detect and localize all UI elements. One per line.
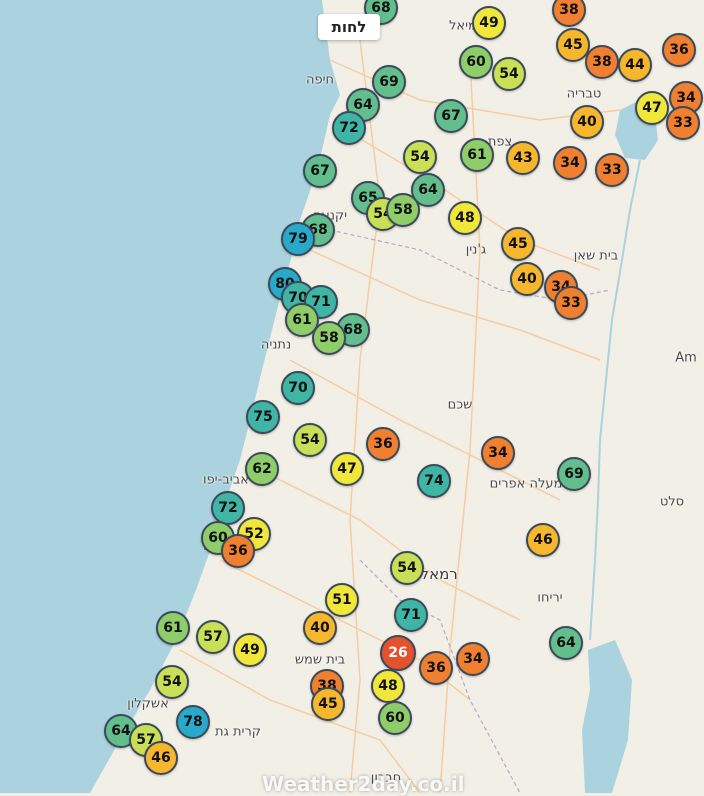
humidity-station-marker[interactable]: 40 <box>570 105 604 139</box>
place-label: בית שמש <box>294 652 346 668</box>
humidity-station-marker[interactable]: 33 <box>595 153 629 187</box>
place-label: נתניה <box>260 337 292 353</box>
humidity-station-marker[interactable]: 51 <box>325 583 359 617</box>
humidity-layer-button[interactable]: לחות <box>318 14 380 40</box>
humidity-station-marker[interactable]: 61 <box>460 138 494 172</box>
humidity-station-marker[interactable]: 60 <box>378 701 412 735</box>
humidity-station-marker[interactable]: 54 <box>293 423 327 457</box>
humidity-station-marker[interactable]: 33 <box>666 106 700 140</box>
humidity-station-marker[interactable]: 36 <box>662 33 696 67</box>
humidity-station-marker[interactable]: 45 <box>311 687 345 721</box>
humidity-station-marker[interactable]: 58 <box>312 321 346 355</box>
humidity-station-marker[interactable]: 46 <box>144 741 178 775</box>
humidity-station-marker[interactable]: 60 <box>459 45 493 79</box>
place-label: אשקלון <box>127 696 169 712</box>
humidity-station-marker[interactable]: 74 <box>417 464 451 498</box>
humidity-station-marker[interactable]: 54 <box>403 140 437 174</box>
humidity-station-marker[interactable]: 26 <box>380 635 416 671</box>
place-label: שכם <box>447 397 473 413</box>
humidity-station-marker[interactable]: 38 <box>585 45 619 79</box>
place-label: טבריה <box>566 86 602 102</box>
place-label: מעלה אפרים <box>489 476 563 492</box>
humidity-station-marker[interactable]: 34 <box>553 146 587 180</box>
humidity-station-marker[interactable]: 40 <box>510 262 544 296</box>
place-label: סלט <box>659 494 685 510</box>
humidity-station-marker[interactable]: 54 <box>155 665 189 699</box>
humidity-station-marker[interactable]: 44 <box>618 48 652 82</box>
humidity-station-marker[interactable]: 34 <box>481 436 515 470</box>
humidity-station-marker[interactable]: 79 <box>281 222 315 256</box>
humidity-station-marker[interactable]: 47 <box>635 91 669 125</box>
humidity-station-marker[interactable]: 49 <box>233 633 267 667</box>
map-canvas[interactable]: כרמיאל טבריה צפת חיפה בית שאן ג'נין יקנעם נתניה… <box>0 0 704 796</box>
place-label: Am <box>675 350 697 366</box>
humidity-station-marker[interactable]: 67 <box>434 99 468 133</box>
humidity-station-marker[interactable]: 47 <box>330 452 364 486</box>
humidity-station-marker[interactable]: 48 <box>371 669 405 703</box>
humidity-station-marker[interactable]: 48 <box>448 201 482 235</box>
humidity-station-marker[interactable]: 70 <box>281 371 315 405</box>
humidity-station-marker[interactable]: 57 <box>196 620 230 654</box>
humidity-station-marker[interactable]: 75 <box>246 400 280 434</box>
humidity-station-marker[interactable]: 72 <box>211 491 245 525</box>
humidity-station-marker[interactable]: 72 <box>332 111 366 145</box>
watermark-text: Weather2day.co.il <box>262 772 465 796</box>
humidity-station-marker[interactable]: 58 <box>386 193 420 227</box>
place-label: ג'נין <box>465 242 487 258</box>
humidity-station-marker[interactable]: 43 <box>506 141 540 175</box>
humidity-station-marker[interactable]: 78 <box>176 705 210 739</box>
place-label: בית שאן <box>573 248 619 264</box>
watermark: Weather2day.co.il <box>262 772 464 796</box>
humidity-station-marker[interactable]: 69 <box>372 65 406 99</box>
place-label: חיפה <box>305 72 335 88</box>
humidity-station-marker[interactable]: 49 <box>472 6 506 40</box>
humidity-station-marker[interactable]: 61 <box>156 611 190 645</box>
humidity-station-marker[interactable]: 54 <box>492 57 526 91</box>
humidity-station-marker[interactable]: 36 <box>221 534 255 568</box>
humidity-station-marker[interactable]: 64 <box>549 626 583 660</box>
place-label: קרית גת <box>214 724 262 740</box>
humidity-station-marker[interactable]: 71 <box>394 598 428 632</box>
humidity-station-marker[interactable]: 34 <box>456 642 490 676</box>
humidity-station-marker[interactable]: 46 <box>526 523 560 557</box>
humidity-station-marker[interactable]: 45 <box>501 227 535 261</box>
humidity-station-marker[interactable]: 33 <box>554 286 588 320</box>
humidity-station-marker[interactable]: 69 <box>557 457 591 491</box>
humidity-station-marker[interactable]: 36 <box>419 651 453 685</box>
humidity-station-marker[interactable]: 54 <box>390 551 424 585</box>
humidity-layer-label: לחות <box>331 18 367 36</box>
humidity-station-marker[interactable]: 62 <box>245 452 279 486</box>
place-label: יריחו <box>537 590 563 606</box>
humidity-station-marker[interactable]: 36 <box>366 427 400 461</box>
humidity-station-marker[interactable]: 40 <box>303 611 337 645</box>
humidity-station-marker[interactable]: 67 <box>303 154 337 188</box>
